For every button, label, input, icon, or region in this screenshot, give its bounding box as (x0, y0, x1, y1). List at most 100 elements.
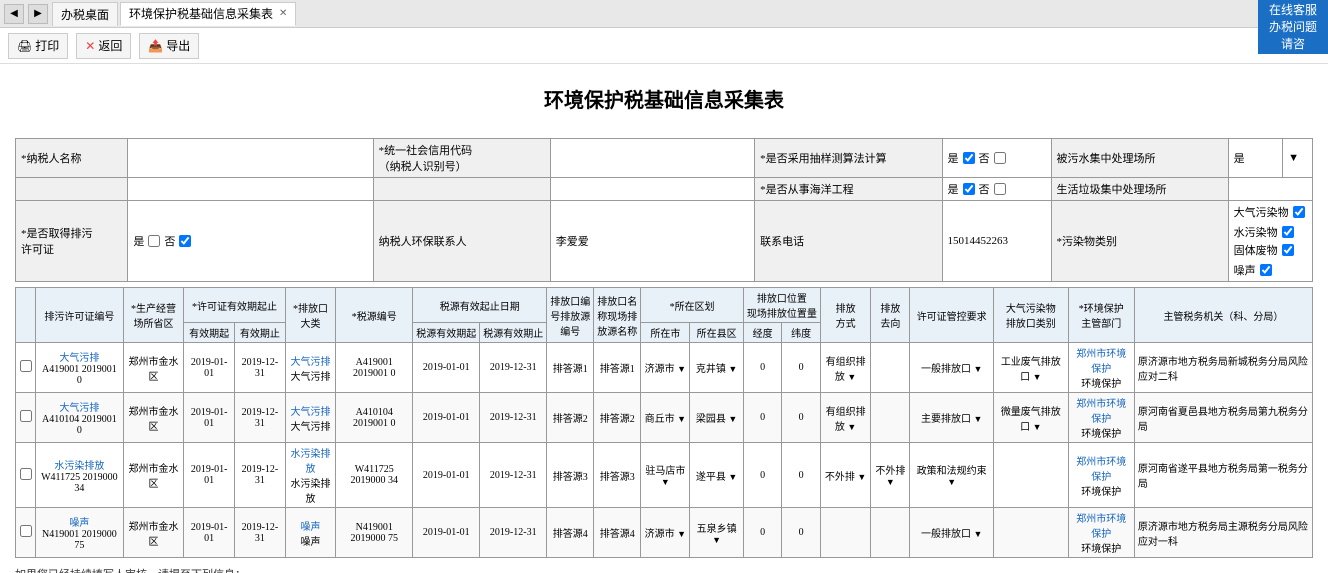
export-button[interactable]: 📤 导出 (139, 33, 199, 59)
row-air-type-1[interactable]: 微量废气排放口 ▼ (993, 393, 1068, 443)
row-city-1[interactable]: 商丘市 ▼ (641, 393, 690, 443)
row-discharge-dir-3[interactable] (871, 508, 910, 558)
row-air-type-3[interactable] (993, 508, 1068, 558)
offshore-yes-checkbox[interactable] (963, 183, 975, 195)
offshore-yes-label: 是 (948, 181, 959, 197)
row-air-type-2[interactable] (993, 443, 1068, 508)
row-tax-office-3: 原济源市地方税务局主源税务分局风险应对一科 (1134, 508, 1312, 558)
tab-form-label: 环境保护税基础信息采集表 (129, 5, 273, 22)
permit-value: 是 否 (128, 201, 373, 282)
pollution-collection-dropdown[interactable]: ▼ (1283, 139, 1313, 178)
unified-code-label: *统一社会信用代码（纳税人识别号） (373, 139, 550, 178)
row-permit-req-2[interactable]: 政策和法规约束 ▼ (910, 443, 993, 508)
row-county-2[interactable]: 遂平县 ▼ (690, 443, 743, 508)
pollution-collection-value: 是 (1228, 139, 1283, 178)
row-discharge-dir-0[interactable] (871, 343, 910, 393)
row-latitude-1: 0 (782, 393, 821, 443)
air-pollution-checkbox[interactable] (1293, 206, 1305, 218)
print-button[interactable]: 🖨 打印 (8, 33, 68, 59)
row-county-0[interactable]: 克井镇 ▼ (690, 343, 743, 393)
sampling-yes-checkbox[interactable] (963, 152, 975, 164)
empty-label2 (373, 178, 550, 201)
permit-label: *是否取得排污许可证 (16, 201, 128, 282)
row-permit-req-3[interactable]: 一般排放口 ▼ (910, 508, 993, 558)
row-discharge-type-3: 噪声噪声 (285, 508, 335, 558)
row-discharge-num-1: 排答源2 (547, 393, 594, 443)
taxpayer-name-value[interactable] (128, 139, 373, 178)
row-county-3[interactable]: 五泉乡镇 ▼ (690, 508, 743, 558)
row-checkbox-1[interactable] (16, 393, 36, 443)
data-grid: 排污许可证编号 *生产经营场所省区 *许可证有效期起止 *排放口大类 *税源编号… (15, 287, 1313, 558)
permit-no-checkbox[interactable] (179, 235, 191, 247)
row-cert-num-3: 噪声N419001 2019000 75 (36, 508, 124, 558)
row-discharge-dir-2[interactable]: 不外排 ▼ (871, 443, 910, 508)
row-province-3: 郑州市金水区 (123, 508, 183, 558)
row-env-dept-1: 郑州市环境保护环境保护 (1068, 393, 1134, 443)
permit-yes-checkbox[interactable] (148, 235, 160, 247)
return-label: 返回 (98, 37, 122, 54)
col-area: *所在区划 (641, 288, 744, 323)
table-row: 水污染排放W411725 2019000 34郑州市金水区2019-01-012… (16, 443, 1313, 508)
tab-prev-btn[interactable]: ◀ (4, 4, 24, 24)
row-county-1[interactable]: 梁园县 ▼ (690, 393, 743, 443)
row-tax-source-0: A419001 2019001 0 (336, 343, 413, 393)
tab-close-btn[interactable]: ✕ (279, 8, 287, 19)
row-province-0: 郑州市金水区 (123, 343, 183, 393)
row-city-3[interactable]: 济源市 ▼ (641, 508, 690, 558)
row-checkbox-2[interactable] (16, 443, 36, 508)
row-cert-num-2: 水污染排放W411725 2019000 34 (36, 443, 124, 508)
toolbar: 🖨 打印 ✕ 返回 📤 导出 (0, 28, 1328, 64)
row-city-2[interactable]: 驻马店市 ▼ (641, 443, 690, 508)
noise-checkbox[interactable] (1260, 264, 1272, 276)
row-discharge-method-1[interactable]: 有组织排放 ▼ (820, 393, 870, 443)
air-pollution-label: 大气污染物 (1234, 204, 1289, 220)
col-discharge-code: 排放口编号排放源编号 (547, 288, 594, 343)
row-cert-end-3: 2019-12-31 (235, 508, 286, 558)
row-permit-req-1[interactable]: 主要排放口 ▼ (910, 393, 993, 443)
row-discharge-num-3: 排答源4 (547, 508, 594, 558)
tab-next-btn[interactable]: ▶ (28, 4, 48, 24)
empty-value2[interactable] (550, 178, 754, 201)
tab-desktop[interactable]: 办税桌面 (52, 2, 118, 26)
print-label: 打印 (35, 37, 59, 54)
empty-value[interactable] (128, 178, 373, 201)
offshore-no-checkbox[interactable] (994, 183, 1006, 195)
row-cert-start-3: 2019-01-01 (184, 508, 235, 558)
row-checkbox-0[interactable] (16, 343, 36, 393)
row-tax-end-3: 2019-12-31 (480, 508, 547, 558)
row-longitude-0: 0 (743, 343, 782, 393)
sampling-no-checkbox[interactable] (994, 152, 1006, 164)
table-row: 大气污排A410104 2019001 0郑州市金水区2019-01-01201… (16, 393, 1313, 443)
row-latitude-0: 0 (782, 343, 821, 393)
row-air-type-0[interactable]: 工业废气排放口 ▼ (993, 343, 1068, 393)
row-city-0[interactable]: 济源市 ▼ (641, 343, 690, 393)
solid-pollution-checkbox[interactable] (1282, 244, 1294, 256)
col-tax-end: 税源有效期止 (480, 323, 547, 343)
online-help-panel[interactable]: 在线客服 办税问题请咨 (1258, 0, 1328, 54)
col-discharge-type: *排放口大类 (285, 288, 335, 343)
sampling-yes-label: 是 (948, 150, 959, 166)
unified-code-value[interactable] (550, 139, 754, 178)
row-tax-office-1: 原河南省夏邑县地方税务局第九税务分局 (1134, 393, 1312, 443)
row-tax-end-0: 2019-12-31 (480, 343, 547, 393)
row-tax-start-2: 2019-01-01 (413, 443, 480, 508)
row-discharge-num-2: 排答源3 (547, 443, 594, 508)
row-checkbox-3[interactable] (16, 508, 36, 558)
row-discharge-method-0[interactable]: 有组织排放 ▼ (820, 343, 870, 393)
water-pollution-checkbox[interactable] (1282, 226, 1294, 238)
waste-collection-value[interactable] (1228, 178, 1312, 201)
row-discharge-dir-1[interactable] (871, 393, 910, 443)
row-env-dept-3: 郑州市环境保护环境保护 (1068, 508, 1134, 558)
row-discharge-method-3[interactable] (820, 508, 870, 558)
col-discharge-dir: 排放去向 (871, 288, 910, 343)
return-button[interactable]: ✕ 返回 (76, 33, 131, 59)
tab-form[interactable]: 环境保护税基础信息采集表 ✕ (120, 2, 296, 26)
row-discharge-num-0: 排答源1 (547, 343, 594, 393)
col-tax-period: 税源有效起止日期 (413, 288, 547, 323)
col-province: *生产经营场所省区 (123, 288, 183, 343)
row-tax-source-1: A410104 2019001 0 (336, 393, 413, 443)
row-discharge-method-2[interactable]: 不外排 ▼ (820, 443, 870, 508)
row-longitude-1: 0 (743, 393, 782, 443)
noise-label: 噪声 (1234, 262, 1256, 278)
row-permit-req-0[interactable]: 一般排放口 ▼ (910, 343, 993, 393)
